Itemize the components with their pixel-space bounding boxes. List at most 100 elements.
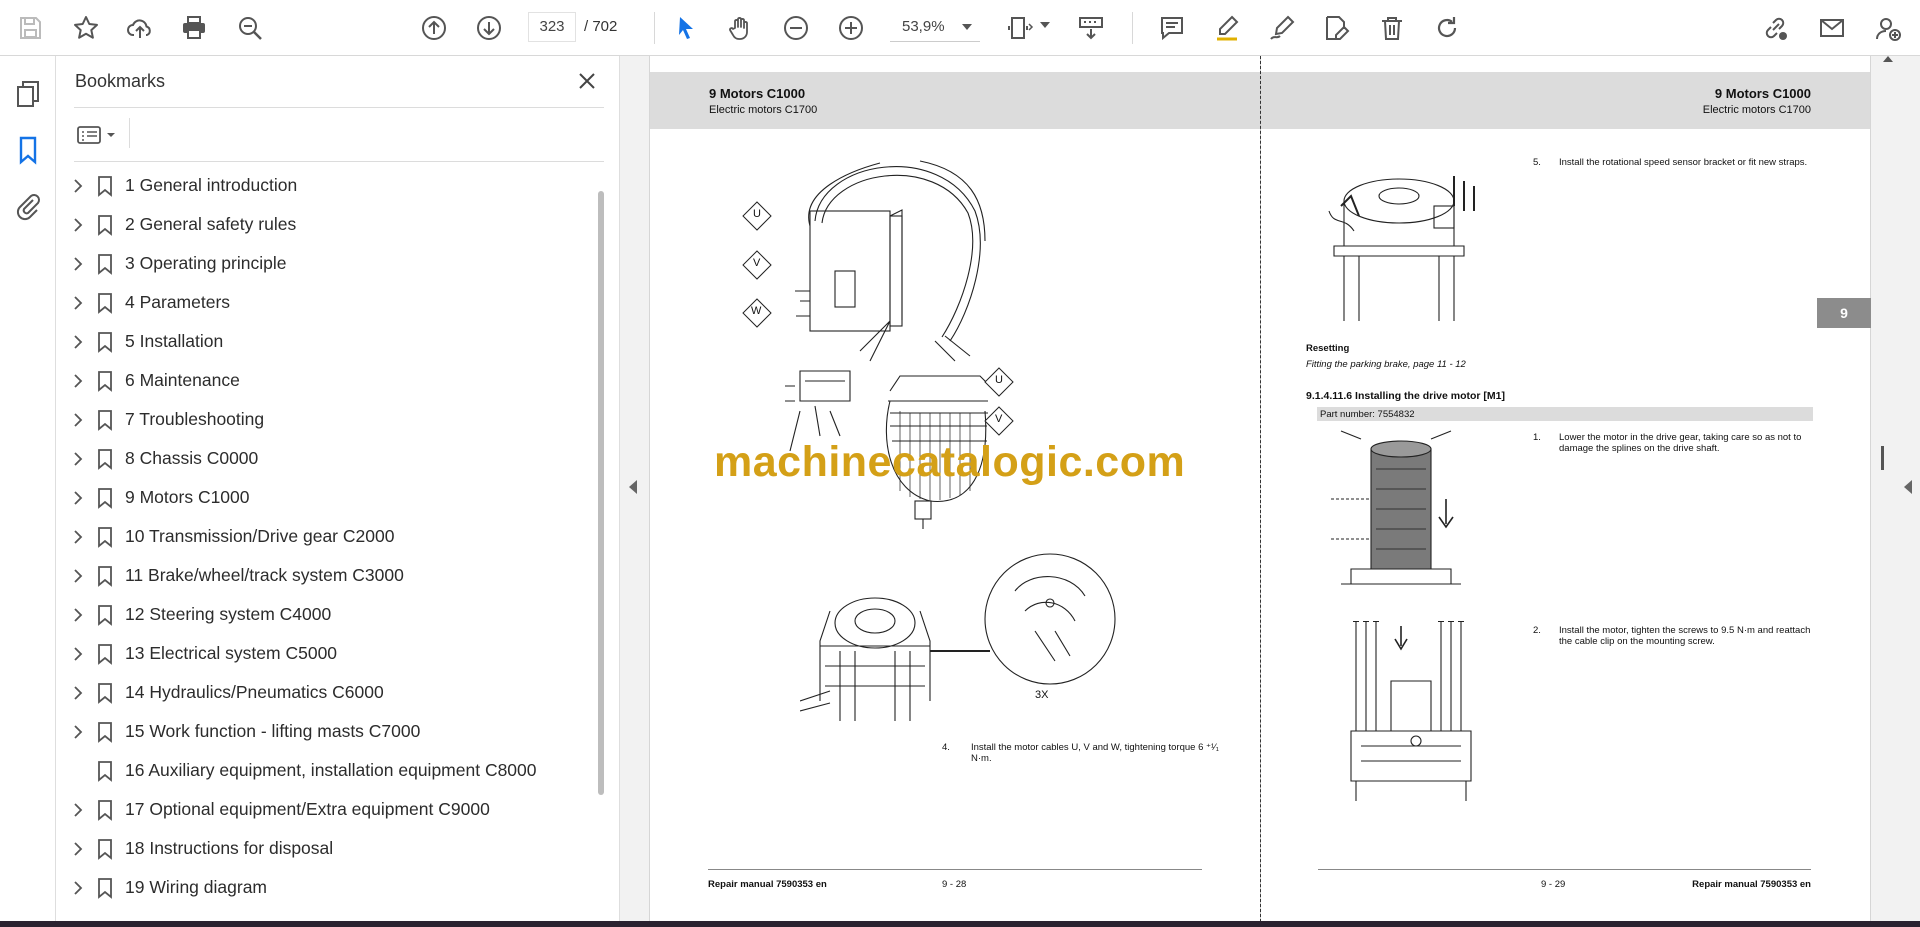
chevron-down-icon[interactable] (1040, 22, 1050, 28)
chevron-right-icon[interactable] (70, 841, 86, 857)
bookmark-item[interactable]: 12 Steering system C4000 (56, 595, 596, 634)
step-2-text: Install the motor, tighten the screws to… (1559, 625, 1811, 636)
bookmark-item[interactable]: 19 Wiring diagram (56, 868, 596, 907)
upload-cloud-icon[interactable] (122, 10, 158, 46)
bookmark-item[interactable]: 13 Electrical system C5000 (56, 634, 596, 673)
hand-tool-icon[interactable] (723, 10, 759, 46)
bookmarks-scroll-thumb[interactable] (598, 191, 604, 795)
sensor-bracket-illustration (1328, 176, 1475, 321)
document-scroll-thumb[interactable] (1881, 446, 1884, 470)
select-cursor-icon[interactable] (668, 10, 704, 46)
scroll-up-icon[interactable] (1883, 56, 1893, 62)
chevron-right-icon[interactable] (70, 178, 86, 194)
bookmark-icon (98, 175, 112, 197)
chevron-right-icon[interactable] (70, 646, 86, 662)
bookmark-item[interactable]: 17 Optional equipment/Extra equipment C9… (56, 790, 596, 829)
zoom-in-icon[interactable] (833, 10, 869, 46)
bookmark-item[interactable]: 9 Motors C1000 (56, 478, 596, 517)
draw-pen-icon[interactable] (1264, 10, 1300, 46)
bookmark-item[interactable]: 14 Hydraulics/Pneumatics C6000 (56, 673, 596, 712)
scroll-mode-icon[interactable] (1073, 10, 1109, 46)
watermark-text: machinecatalogic.com (714, 438, 1186, 486)
page-thumbnails-icon[interactable] (12, 78, 44, 110)
chevron-right-icon[interactable] (70, 880, 86, 896)
bookmark-icon (98, 370, 112, 392)
callout-w-label: W (751, 305, 762, 317)
bookmark-label: 14 Hydraulics/Pneumatics C6000 (125, 682, 384, 702)
share-link-icon[interactable] (1757, 10, 1793, 46)
chevron-right-icon[interactable] (70, 412, 86, 428)
close-icon[interactable] (574, 68, 600, 94)
bookmark-label: 19 Wiring diagram (125, 877, 267, 897)
bookmark-item[interactable]: 3 Operating principle (56, 244, 596, 283)
email-icon[interactable] (1814, 10, 1850, 46)
star-icon[interactable] (68, 10, 104, 46)
step-1-text-2: damage the splines on the drive shaft. (1559, 443, 1720, 454)
bookmarks-panel: Bookmarks 1 General introduction 2 Genera… (56, 56, 620, 927)
bookmark-item[interactable]: 15 Work function - lifting masts C7000 (56, 712, 596, 751)
redo-rotate-icon[interactable] (1429, 10, 1465, 46)
page-number-input[interactable]: 323 (528, 12, 576, 42)
bookmark-icon (98, 643, 112, 665)
bookmark-item[interactable]: 2 General safety rules (56, 205, 596, 244)
zoom-level-value: 53,9% (902, 18, 945, 35)
bookmark-item[interactable]: 8 Chassis C0000 (56, 439, 596, 478)
bookmark-label: 9 Motors C1000 (125, 487, 250, 507)
chevron-right-icon[interactable] (70, 607, 86, 623)
bookmark-item[interactable]: 18 Instructions for disposal (56, 829, 596, 868)
chevron-right-icon[interactable] (70, 568, 86, 584)
add-user-icon[interactable] (1870, 10, 1906, 46)
bookmark-options-button[interactable] (76, 120, 122, 150)
bookmark-icon (98, 448, 112, 470)
comment-icon[interactable] (1154, 10, 1190, 46)
bookmark-label: 2 General safety rules (125, 214, 297, 234)
print-icon[interactable] (176, 10, 212, 46)
chevron-right-icon[interactable] (70, 490, 86, 506)
bookmark-item[interactable]: 10 Transmission/Drive gear C2000 (56, 517, 596, 556)
chevron-right-icon[interactable] (70, 295, 86, 311)
chevron-right-icon[interactable] (70, 334, 86, 350)
chevron-right-icon[interactable] (70, 685, 86, 701)
chevron-right-icon[interactable] (70, 451, 86, 467)
previous-page-icon[interactable] (416, 10, 452, 46)
bookmark-item[interactable]: 5 Installation (56, 322, 596, 361)
attachments-paperclip-icon[interactable] (12, 190, 44, 222)
bookmark-icon (98, 877, 112, 899)
resetting-reference[interactable]: Fitting the parking brake, page 11 - 12 (1306, 359, 1466, 370)
next-page-icon[interactable] (471, 10, 507, 46)
bookmark-item[interactable]: 16 Auxiliary equipment, installation equ… (56, 751, 596, 790)
chevron-right-icon[interactable] (70, 256, 86, 272)
navigation-rail (0, 56, 56, 927)
chevron-left-icon (629, 480, 637, 494)
chevron-right-icon[interactable] (70, 724, 86, 740)
bookmark-item[interactable]: 1 General introduction (56, 166, 596, 205)
zoom-search-icon[interactable] (232, 10, 268, 46)
chevron-right-icon[interactable] (70, 217, 86, 233)
bookmark-item[interactable]: 6 Maintenance (56, 361, 596, 400)
bookmark-item[interactable]: 4 Parameters (56, 283, 596, 322)
bookmark-label: 5 Installation (125, 331, 224, 351)
highlight-pen-icon[interactable] (1209, 10, 1245, 46)
delete-trash-icon[interactable] (1374, 10, 1410, 46)
edit-text-icon[interactable] (1318, 10, 1354, 46)
chevron-right-icon[interactable] (70, 373, 86, 389)
chapter-tab: 9 (1817, 298, 1871, 328)
right-pane-toggle[interactable] (1870, 56, 1920, 927)
callout-v-label: V (753, 257, 761, 269)
zoom-out-icon[interactable] (778, 10, 814, 46)
document-viewer[interactable]: 9 Motors C1000 Electric motors C1700 U V… (620, 56, 1920, 927)
bookmark-item[interactable]: 7 Troubleshooting (56, 400, 596, 439)
bookmarks-icon[interactable] (12, 134, 44, 166)
bookmark-label: 8 Chassis C0000 (125, 448, 259, 468)
zoom-level-select[interactable]: 53,9% (890, 12, 980, 42)
bookmark-label: 3 Operating principle (125, 253, 287, 273)
page-header-title: 9 Motors C1000 (1714, 86, 1811, 101)
page-fit-icon[interactable] (1002, 10, 1038, 46)
chevron-right-icon[interactable] (70, 802, 86, 818)
chevron-right-icon[interactable] (70, 529, 86, 545)
bookmark-item[interactable]: 11 Brake/wheel/track system C3000 (56, 556, 596, 595)
bookmark-label: 1 General introduction (125, 175, 298, 195)
collapse-panel-button[interactable] (620, 56, 650, 927)
save-icon[interactable] (12, 10, 48, 46)
bookmark-label: 17 Optional equipment/Extra equipment C9… (125, 799, 490, 819)
